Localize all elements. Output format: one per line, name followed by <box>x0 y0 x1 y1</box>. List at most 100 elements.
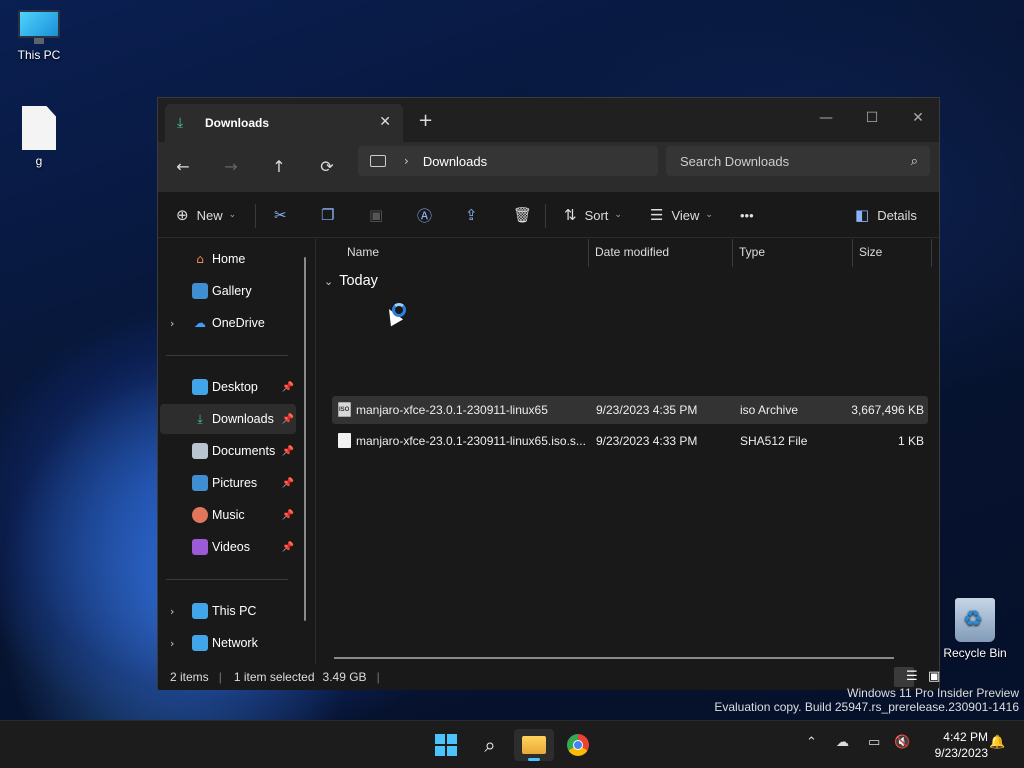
minimize-button[interactable]: — <box>803 104 849 132</box>
view-button[interactable]: ☰ View ⌄ <box>650 204 713 226</box>
desktop-icon-label: This PC <box>17 48 61 62</box>
more-options-button[interactable]: ••• <box>740 204 754 226</box>
desktop-icon-recycle-bin[interactable]: Recycle Bin <box>937 598 1013 660</box>
scissors-icon: ✂ <box>274 206 287 224</box>
sidebar-item-label: This PC <box>212 604 257 618</box>
back-button[interactable]: ← <box>171 155 195 179</box>
show-hidden-icons-chevron-icon[interactable]: ⌃ <box>806 735 817 750</box>
watermark-line-1: Windows 11 Pro Insider Preview <box>847 686 1019 700</box>
sidebar-item-music[interactable]: Music 📌 <box>160 500 296 530</box>
delete-button[interactable]: 🗑 <box>513 204 532 226</box>
column-divider[interactable] <box>588 239 589 267</box>
sidebar-item-pictures[interactable]: Pictures 📌 <box>160 468 296 498</box>
search-icon: ⌕ <box>910 153 918 169</box>
sidebar-item-home[interactable]: ⌂ Home <box>160 244 296 274</box>
new-button[interactable]: ⊕ New ⌄ <box>176 204 236 226</box>
plus-circle-icon: ⊕ <box>176 206 189 224</box>
address-path[interactable]: Downloads <box>423 154 487 169</box>
chevron-right-icon[interactable]: › <box>404 154 409 168</box>
paste-button[interactable]: ▣ <box>369 204 383 226</box>
column-header-date[interactable]: Date modified <box>595 239 669 267</box>
sidebar-item-this-pc[interactable]: › This PC <box>160 596 296 626</box>
new-label: New <box>196 207 223 223</box>
taskbar-file-explorer[interactable] <box>514 729 554 761</box>
navigation-bar: ← → ↑ ⟳ › Downloads Search Downloads ⌕ <box>158 142 939 192</box>
sidebar-item-documents[interactable]: Documents 📌 <box>160 436 296 466</box>
sidebar-item-gallery[interactable]: Gallery <box>160 276 296 306</box>
maximize-button[interactable]: ☐ <box>849 104 895 132</box>
notification-bell-icon[interactable]: 🔔 <box>989 735 1005 750</box>
column-divider[interactable] <box>931 239 932 267</box>
desktop-icon-this-pc[interactable]: This PC <box>1 10 77 62</box>
download-icon: ⤓ <box>177 115 184 131</box>
volume-muted-icon[interactable]: 🔇 <box>894 735 910 750</box>
sort-icon: ⇅ <box>564 206 577 224</box>
sidebar-scrollbar[interactable] <box>304 257 306 621</box>
watermark-line-2: Evaluation copy. Build 25947.rs_prerelea… <box>714 700 1019 714</box>
file-explorer-window: ⤓ Downloads ✕ + — ☐ ✕ ← → ↑ ⟳ › Download… <box>157 97 941 690</box>
details-pane-button[interactable]: ◧ Details <box>855 204 917 226</box>
column-header-type[interactable]: Type <box>739 239 765 267</box>
search-input[interactable]: Search Downloads ⌕ <box>666 146 930 176</box>
pictures-icon <box>192 475 208 491</box>
table-row[interactable]: manjaro-xfce-23.0.1-230911-linux65 9/23/… <box>332 396 928 424</box>
new-tab-button[interactable]: + <box>418 110 433 131</box>
column-header-size[interactable]: Size <box>859 239 882 267</box>
refresh-button[interactable]: ⟳ <box>315 155 339 179</box>
column-divider[interactable] <box>852 239 853 267</box>
network-icon <box>192 635 208 651</box>
taskbar-chrome[interactable] <box>558 729 598 761</box>
table-row[interactable]: manjaro-xfce-23.0.1-230911-linux65.iso.s… <box>332 427 928 455</box>
system-clock[interactable]: 4:42 PM 9/23/2023 <box>918 729 988 761</box>
sidebar-item-downloads[interactable]: ⤓ Downloads 📌 <box>160 404 296 434</box>
file-list: Name Date modified Type Size ⌄ Today man… <box>316 239 940 664</box>
network-status-icon[interactable]: ▭ <box>868 735 880 750</box>
clipboard-icon: ▣ <box>369 206 384 224</box>
desktop-icon-g[interactable]: g <box>1 106 77 168</box>
file-name: manjaro-xfce-23.0.1-230911-linux65.iso.s… <box>356 434 586 448</box>
close-tab-icon[interactable]: ✕ <box>379 114 391 130</box>
sidebar-item-desktop[interactable]: Desktop 📌 <box>160 372 296 402</box>
horizontal-scrollbar[interactable] <box>334 657 894 659</box>
details-view-button[interactable]: ☰ <box>894 667 918 687</box>
pin-icon[interactable]: 📌 <box>282 478 294 489</box>
sidebar-item-videos[interactable]: Videos 📌 <box>160 532 296 562</box>
pin-icon[interactable]: 📌 <box>282 382 294 393</box>
tab-downloads[interactable]: ⤓ Downloads ✕ <box>165 104 403 142</box>
item-count: 2 items <box>170 670 209 684</box>
group-header-today[interactable]: ⌄ Today <box>324 273 378 289</box>
forward-button[interactable]: → <box>219 155 243 179</box>
music-icon <box>192 507 208 523</box>
home-icon: ⌂ <box>196 252 204 266</box>
share-icon: ⇪ <box>465 206 478 224</box>
pin-icon[interactable]: 📌 <box>282 414 294 425</box>
close-window-button[interactable]: ✕ <box>895 104 941 132</box>
share-button[interactable]: ⇪ <box>465 204 478 226</box>
pin-icon[interactable]: 📌 <box>282 446 294 457</box>
up-button[interactable]: ↑ <box>267 155 291 179</box>
pin-icon[interactable]: 📌 <box>282 542 294 553</box>
pin-icon[interactable]: 📌 <box>282 510 294 521</box>
sidebar-item-label: Documents <box>212 444 276 458</box>
file-date: 9/23/2023 4:33 PM <box>596 434 698 448</box>
copy-button[interactable]: ❐ <box>321 204 334 226</box>
column-divider[interactable] <box>732 239 733 267</box>
onedrive-status-icon[interactable]: ☁ <box>836 735 849 750</box>
rename-icon: Ⓐ <box>417 206 433 225</box>
documents-icon <box>192 443 208 459</box>
chevron-right-icon[interactable]: › <box>170 317 174 330</box>
sort-button[interactable]: ⇅ Sort ⌄ <box>564 204 622 226</box>
file-icon <box>22 106 56 150</box>
column-header-name[interactable]: Name <box>347 239 379 267</box>
sidebar-item-onedrive[interactable]: › ☁ OneDrive <box>160 308 296 338</box>
rename-button[interactable]: Ⓐ <box>417 204 432 226</box>
chevron-right-icon[interactable]: › <box>170 637 174 650</box>
start-button[interactable] <box>426 729 466 761</box>
taskbar-search-button[interactable]: ⌕ <box>470 729 510 761</box>
large-icons-view-button[interactable]: ▣ <box>916 667 940 687</box>
address-bar[interactable]: › Downloads <box>358 146 658 176</box>
sidebar-item-network[interactable]: › Network <box>160 628 296 658</box>
chevron-right-icon[interactable]: › <box>170 605 174 618</box>
navigation-pane: ⌂ Home Gallery › ☁ OneDrive Desktop 📌 ⤓ … <box>158 239 315 664</box>
cut-button[interactable]: ✂ <box>274 204 287 226</box>
